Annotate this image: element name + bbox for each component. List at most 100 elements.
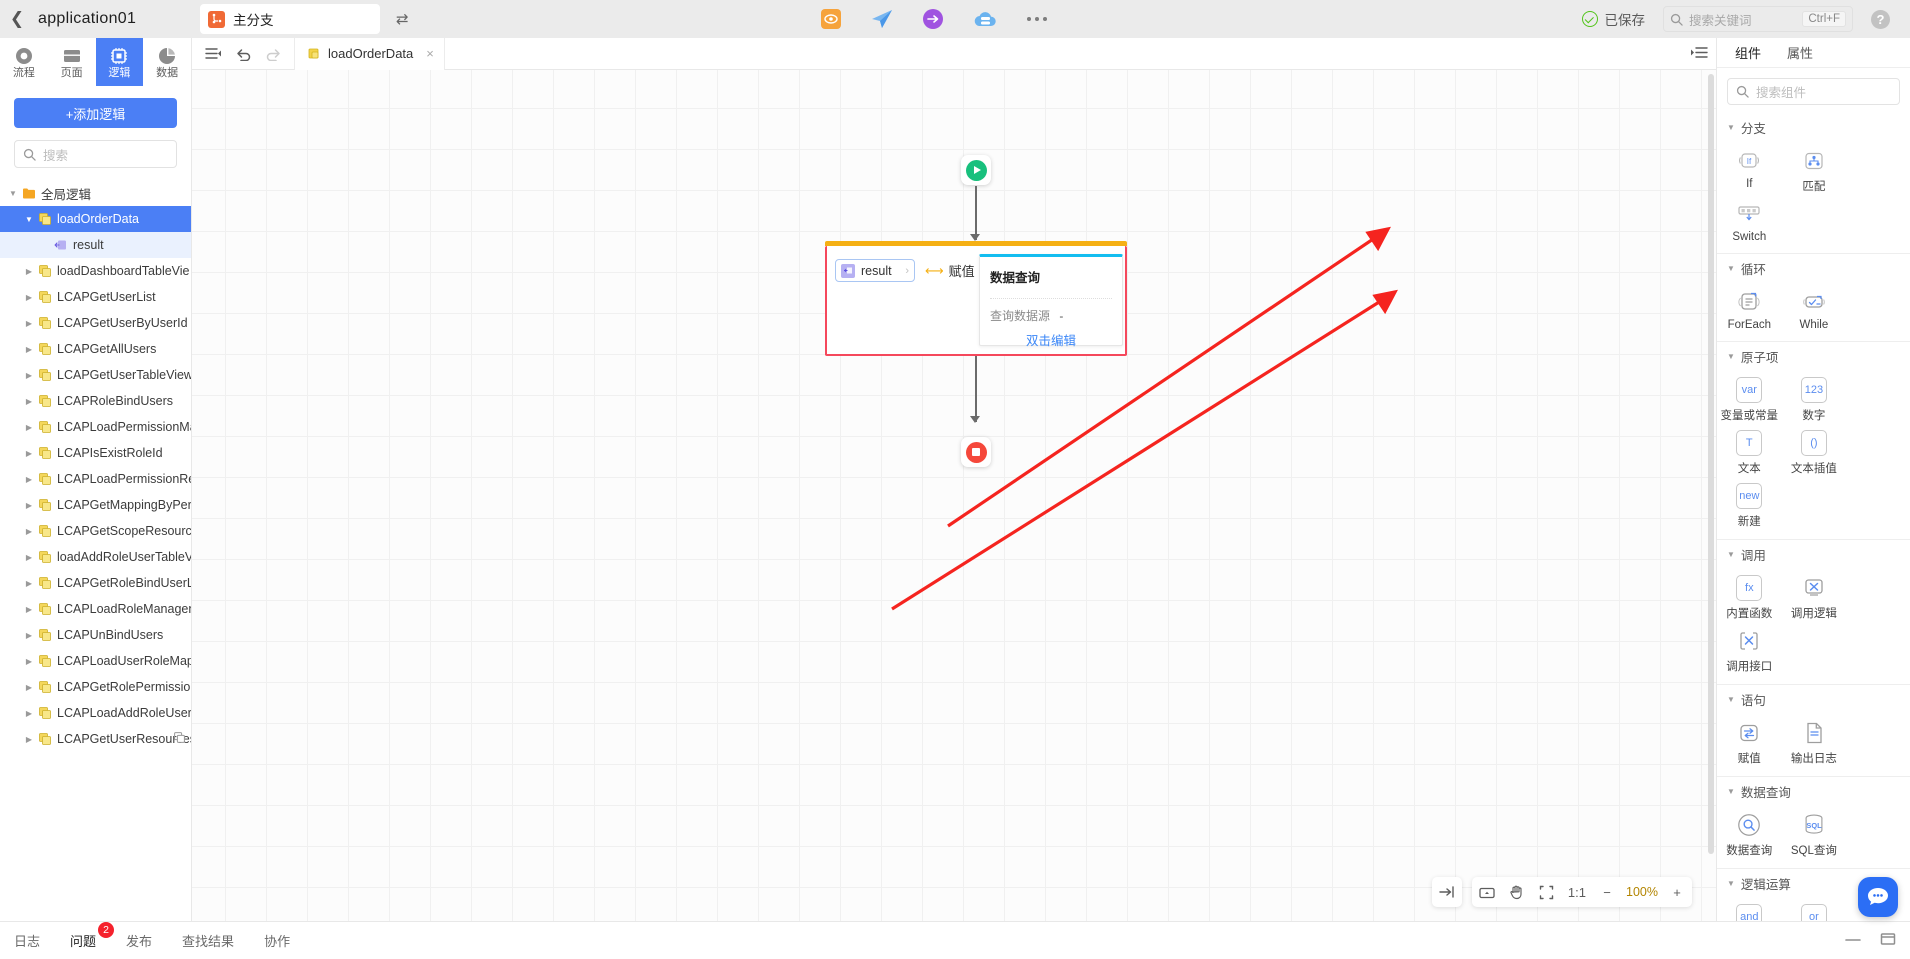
component-search-input[interactable]: 搜索组件	[1727, 78, 1900, 105]
component-call-logic[interactable]: 调用逻辑	[1782, 570, 1847, 623]
tab-close-icon[interactable]: ×	[426, 46, 434, 61]
sidebar-search-input[interactable]: 搜索	[14, 140, 177, 168]
double-click-edit-link[interactable]: 双击编辑	[980, 324, 1122, 349]
component-number[interactable]: 123 数字	[1782, 372, 1847, 425]
chevron-right-icon[interactable]: ▶	[22, 319, 36, 328]
tree-item-全局逻辑[interactable]: ▼ 全局逻辑	[0, 180, 191, 206]
bottom-tab-publish[interactable]: 发布	[126, 931, 152, 950]
tree-item-loadaddroleusertablev[interactable]: ▶ loadAddRoleUserTableV	[0, 544, 191, 570]
chevron-right-icon[interactable]: ▶	[22, 293, 36, 302]
bottom-tab-issues[interactable]: 问题 2	[70, 922, 115, 950]
fit-to-screen-icon[interactable]	[1432, 877, 1462, 907]
assign-node[interactable]: result › ⟷ 赋值 ▼ 数据查询 查询数据源 -	[825, 241, 1127, 356]
zoom-in-button[interactable]: +	[1662, 877, 1692, 907]
chevron-down-icon[interactable]: ▼	[1727, 123, 1735, 132]
chevron-right-icon[interactable]: ▶	[22, 475, 36, 484]
chevron-down-icon[interactable]: ▼	[1727, 352, 1735, 361]
group-header-1[interactable]: ▼ 循环	[1717, 254, 1910, 280]
tree-item-lcapgetrolebinduserli[interactable]: ▶ LCAPGetRoleBindUserLi	[0, 570, 191, 596]
tree-item-lcaploadpermissionre[interactable]: ▶ LCAPLoadPermissionRe	[0, 466, 191, 492]
component-while[interactable]: While	[1782, 284, 1847, 333]
component-call-api[interactable]: 调用接口	[1717, 623, 1782, 676]
chevron-right-icon[interactable]: ›	[905, 265, 909, 277]
component-foreach[interactable]: ForEach	[1717, 284, 1782, 333]
tree-item-lcaploadrolemanagen[interactable]: ▶ LCAPLoadRoleManagen	[0, 596, 191, 622]
tree-item-lcapgetmappingbyper[interactable]: ▶ LCAPGetMappingByPer	[0, 492, 191, 518]
component-assign[interactable]: 赋值	[1717, 715, 1782, 768]
chevron-right-icon[interactable]: ▶	[22, 605, 36, 614]
component-variable[interactable]: var 变量或常量	[1717, 372, 1782, 425]
tree-item-lcapgetuserlist[interactable]: ▶ LCAPGetUserList	[0, 284, 191, 310]
tree-item-lcapgetallusers[interactable]: ▶ LCAPGetAllUsers	[0, 336, 191, 362]
maximize-icon[interactable]	[1880, 932, 1896, 949]
bottom-tab-logs[interactable]: 日志	[14, 931, 40, 950]
mode-logic[interactable]: 逻辑	[95, 38, 144, 86]
chat-assistant-button[interactable]	[1858, 877, 1898, 917]
component-log[interactable]: 输出日志	[1782, 715, 1847, 768]
tree-item-lcaprolebindusers[interactable]: ▶ LCAPRoleBindUsers	[0, 388, 191, 414]
data-query-card[interactable]: 数据查询 查询数据源 - 双击编辑	[979, 254, 1123, 349]
tab-properties[interactable]: 属性	[1787, 43, 1813, 62]
minimap-icon[interactable]	[1472, 877, 1502, 907]
group-header-2[interactable]: ▼ 原子项	[1717, 342, 1910, 368]
swap-branch-icon[interactable]: ⇄	[396, 10, 409, 28]
chevron-right-icon[interactable]: ▶	[22, 553, 36, 562]
add-logic-button[interactable]: +添加逻辑	[14, 98, 177, 128]
chevron-right-icon[interactable]: ▶	[22, 345, 36, 354]
component-function[interactable]: fx 内置函数	[1717, 570, 1782, 623]
tree-item-lcapisexistroleid[interactable]: ▶ LCAPIsExistRoleId	[0, 440, 191, 466]
keyword-search-input[interactable]: 搜索关键词 Ctrl+F	[1663, 6, 1853, 32]
end-node[interactable]	[961, 437, 991, 467]
group-header-5[interactable]: ▼ 数据查询	[1717, 777, 1910, 803]
tree-item-lcapgetusertableview[interactable]: ▶ LCAPGetUserTableView	[0, 362, 191, 388]
mode-flow[interactable]: 流程	[0, 38, 48, 86]
deploy-arrow-icon[interactable]	[922, 8, 944, 30]
tree-item-lcaploadpermissionma[interactable]: ▶ LCAPLoadPermissionMa	[0, 414, 191, 440]
hand-pan-icon[interactable]	[1502, 877, 1532, 907]
component-data-query[interactable]: 数据查询	[1717, 807, 1782, 860]
chevron-right-icon[interactable]: ▶	[22, 735, 36, 744]
chevron-down-icon[interactable]: ▼	[6, 189, 20, 198]
tree-item-loaddashboardtablevie[interactable]: ▶ loadDashboardTableVie	[0, 258, 191, 284]
chevron-right-icon[interactable]: ▶	[22, 449, 36, 458]
tab-components[interactable]: 组件	[1735, 43, 1761, 62]
tree-item-lcapunbindusers[interactable]: ▶ LCAPUnBindUsers	[0, 622, 191, 648]
variable-chip[interactable]: result ›	[835, 259, 915, 282]
tree-item-lcapgetuserbyuserid[interactable]: ▶ LCAPGetUserByUserId	[0, 310, 191, 336]
chevron-right-icon[interactable]: ▶	[22, 371, 36, 380]
paper-plane-icon[interactable]	[870, 8, 894, 30]
chevron-right-icon[interactable]: ▶	[22, 397, 36, 406]
preview-eye-icon[interactable]	[820, 8, 842, 30]
group-header-0[interactable]: ▼ 分支	[1717, 113, 1910, 139]
chevron-down-icon[interactable]: ▼	[1727, 879, 1735, 888]
tree-item-lcapgetrolepermission[interactable]: ▶ LCAPGetRolePermission	[0, 674, 191, 700]
copy-icon[interactable]	[174, 732, 185, 746]
help-icon[interactable]: ?	[1871, 9, 1890, 29]
component-and[interactable]: and与	[1717, 899, 1782, 921]
chevron-down-icon[interactable]: ▼	[1727, 550, 1735, 559]
tree-item-lcaploadaddroleusers[interactable]: ▶ LCAPLoadAddRoleUserS	[0, 700, 191, 726]
chevron-down-icon[interactable]: ▼	[1727, 787, 1735, 796]
back-button[interactable]: ❮	[0, 0, 34, 38]
component-interpolation[interactable]: () 文本插值	[1782, 425, 1847, 478]
component-new[interactable]: new 新建	[1717, 478, 1782, 531]
canvas-vertical-scrollbar[interactable]	[1708, 74, 1714, 854]
component-sql-query[interactable]: SQL SQL查询	[1782, 807, 1847, 860]
tab-loadorderdata[interactable]: loadOrderData ×	[294, 37, 445, 70]
chevron-right-icon[interactable]: ▶	[22, 527, 36, 536]
zoom-percent-label[interactable]: 100%	[1622, 885, 1662, 899]
chevron-down-icon[interactable]: ▼	[1727, 264, 1735, 273]
start-node[interactable]	[961, 155, 991, 185]
component-text[interactable]: T 文本	[1717, 425, 1782, 478]
chevron-down-icon[interactable]: ▼	[22, 215, 36, 224]
chevron-right-icon[interactable]: ▶	[22, 579, 36, 588]
outline-panel-icon[interactable]	[198, 39, 228, 69]
center-content-icon[interactable]	[1532, 877, 1562, 907]
mode-data[interactable]: 数据	[143, 38, 191, 86]
bottom-tab-search-results[interactable]: 查找结果	[182, 931, 234, 950]
component-switch[interactable]: Switch	[1717, 196, 1782, 245]
component-match[interactable]: 匹配	[1782, 143, 1847, 196]
component-or[interactable]: or或	[1782, 899, 1847, 921]
mode-page[interactable]: 页面	[48, 38, 96, 86]
chevron-right-icon[interactable]: ▶	[22, 683, 36, 692]
